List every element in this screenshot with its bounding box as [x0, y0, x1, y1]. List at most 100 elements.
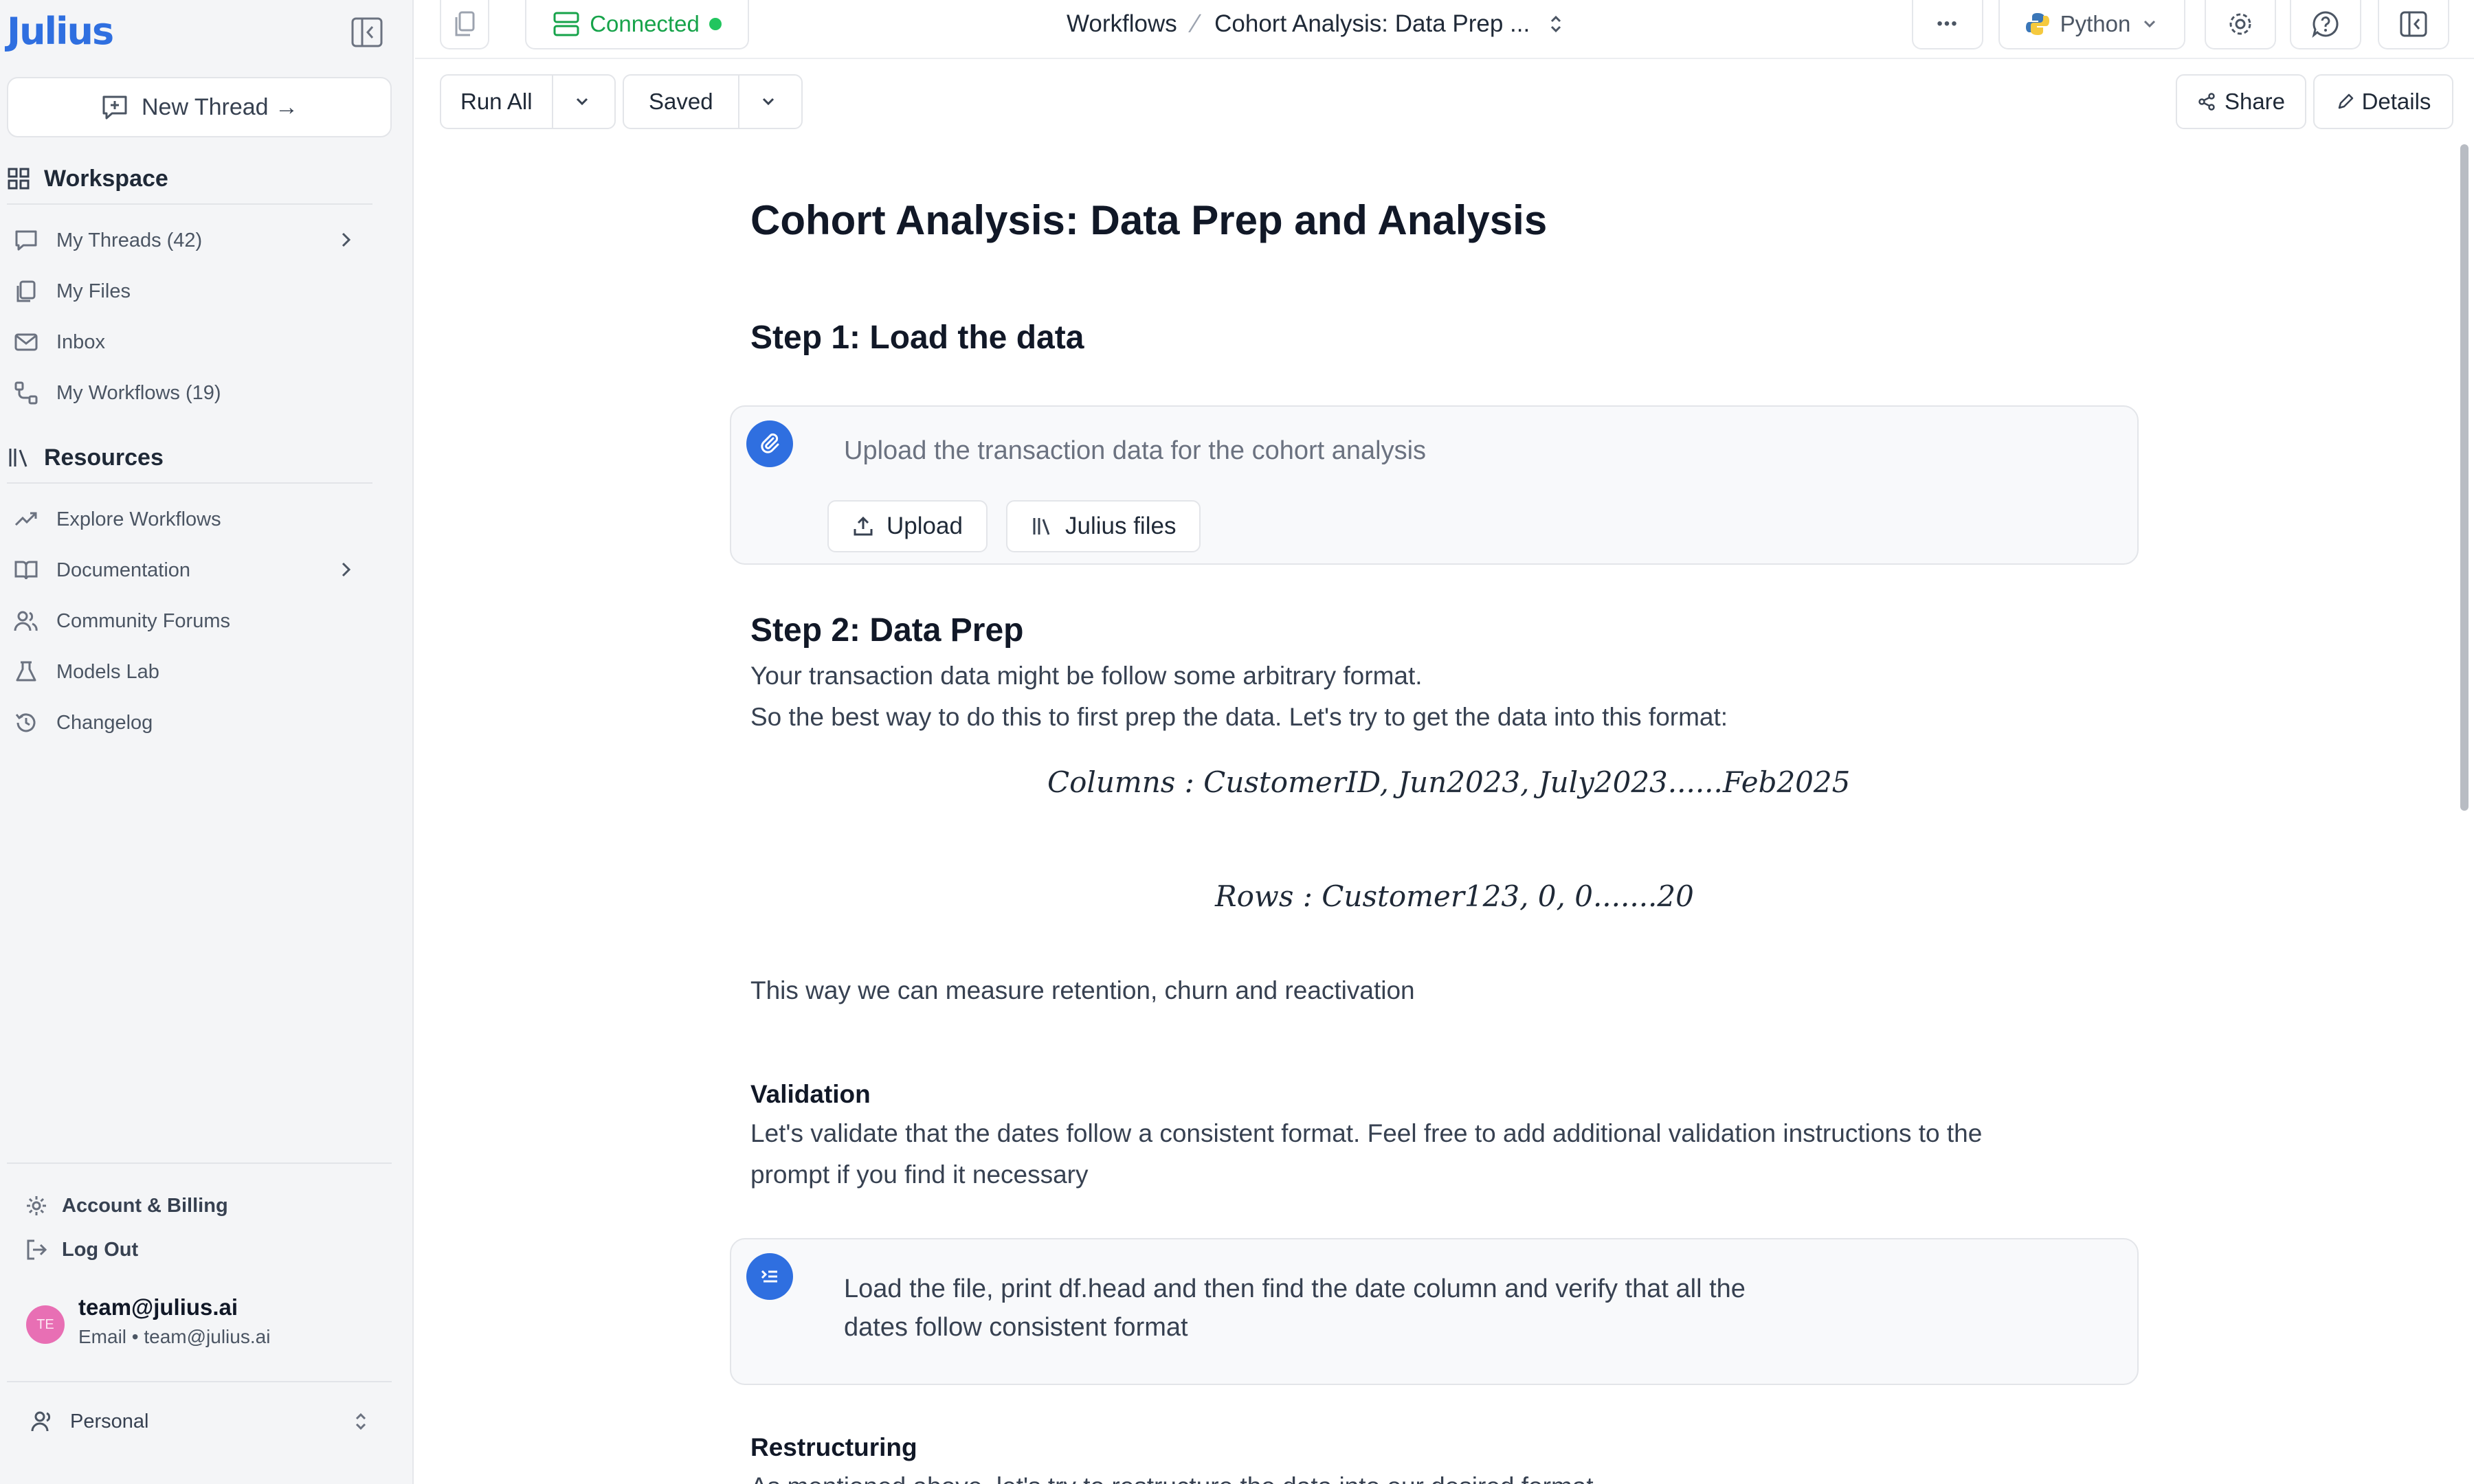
validation-heading: Validation	[750, 1080, 871, 1108]
panel-left-icon	[2399, 10, 2428, 38]
gear-icon	[25, 1194, 48, 1217]
step2-heading: Step 2: Data Prep	[750, 612, 1024, 649]
details-label: Details	[2361, 89, 2431, 114]
restructuring-heading: Restructuring	[750, 1433, 917, 1461]
saved-button[interactable]: Saved	[624, 76, 738, 128]
chevron-right-icon[interactable]	[335, 559, 356, 580]
resources-heading: Resources	[7, 438, 164, 477]
grid-icon	[7, 167, 30, 190]
julius-logo[interactable]: Julius	[7, 10, 114, 53]
math-rows: Rows : Customer123, 0, 0.......20	[1215, 879, 1694, 913]
step2-line1: Your transaction data might be follow so…	[750, 662, 1423, 690]
language-select[interactable]: Python	[1998, 0, 2185, 49]
library-icon	[1031, 515, 1053, 537]
user-email: Email • team@julius.ai	[78, 1326, 271, 1347]
sidebar-item-label: Community Forums	[56, 609, 230, 632]
connection-status-button[interactable]: Connected	[525, 0, 749, 49]
divider	[7, 203, 372, 205]
chevron-right-icon[interactable]	[335, 229, 356, 250]
step1-heading: Step 1: Load the data	[750, 319, 1084, 356]
scrollbar[interactable]	[2460, 144, 2469, 811]
more-options-button[interactable]: •••	[1912, 0, 1983, 49]
validation-prompt-line2[interactable]: dates follow consistent format	[844, 1308, 1188, 1347]
julius-files-label: Julius files	[1065, 513, 1177, 539]
upload-prompt-card: Upload the transaction data for the coho…	[730, 405, 2139, 565]
step2-line2: So the best way to do this to first prep…	[750, 703, 1728, 731]
workspace-switcher-label: Personal	[70, 1410, 149, 1432]
saved-split-button: Saved	[623, 74, 803, 129]
upload-prompt-text[interactable]: Upload the transaction data for the coho…	[844, 431, 1426, 470]
gear-icon	[2226, 10, 2255, 38]
trending-up-icon	[14, 507, 38, 532]
workspace-switcher[interactable]: Personal	[30, 1402, 371, 1441]
math-columns: Columns : CustomerID, Jun2023, July2023.…	[1047, 765, 1851, 799]
chevron-up-down-icon[interactable]	[1546, 12, 1565, 36]
log-out-link[interactable]: Log Out	[25, 1233, 138, 1267]
run-all-dropdown[interactable]	[551, 76, 611, 128]
page-title: Cohort Analysis: Data Prep and Analysis	[750, 197, 1548, 243]
sidebar-item-label: Explore Workflows	[56, 508, 221, 530]
new-thread-icon	[100, 93, 129, 122]
validation-prompt-line1[interactable]: Load the file, print df.head and then fi…	[844, 1270, 1746, 1308]
upload-label: Upload	[887, 513, 963, 539]
library-icon	[7, 446, 30, 469]
help-button[interactable]	[2290, 0, 2361, 49]
resources-label: Resources	[44, 444, 164, 471]
connection-status-label: Connected	[590, 11, 700, 36]
collapse-sidebar-icon[interactable]	[350, 16, 383, 48]
sidebar-item-community-forums[interactable]: Community Forums	[14, 600, 371, 642]
divider	[7, 1381, 392, 1382]
main-panel: Run All Saved Share Details Cohort Analy…	[415, 58, 2474, 1484]
book-open-icon	[14, 558, 38, 583]
more-icon: •••	[1937, 14, 1959, 33]
pencil-icon	[2336, 92, 2355, 111]
breadcrumb-current[interactable]: Cohort Analysis: Data Prep ...	[1214, 10, 1530, 38]
share-icon	[2197, 92, 2216, 111]
copy-icon	[452, 10, 477, 38]
chevron-down-icon	[2140, 14, 2159, 34]
sidebar: Julius New Thread → Workspace My Threads…	[0, 0, 414, 1484]
details-button[interactable]: Details	[2313, 74, 2453, 129]
sidebar-item-my-files[interactable]: My Files	[14, 271, 371, 312]
divider	[7, 482, 372, 484]
sidebar-item-models-lab[interactable]: Models Lab	[14, 651, 371, 693]
upload-button[interactable]: Upload	[827, 500, 988, 552]
validation-line2: prompt if you find it necessary	[750, 1160, 1089, 1189]
sidebar-item-documentation[interactable]: Documentation	[14, 550, 371, 591]
sidebar-item-label: My Workflows (19)	[56, 381, 221, 404]
files-icon	[14, 279, 38, 304]
sidebar-item-my-threads[interactable]: My Threads (42)	[14, 220, 371, 261]
run-all-split-button: Run All	[440, 74, 616, 129]
chat-bubble-icon	[14, 228, 38, 253]
flask-icon	[14, 660, 38, 684]
sidebar-item-label: Inbox	[56, 330, 105, 353]
log-out-icon	[25, 1238, 48, 1261]
sidebar-item-my-workflows[interactable]: My Workflows (19)	[14, 372, 371, 414]
sidebar-item-explore-workflows[interactable]: Explore Workflows	[14, 499, 371, 540]
status-dot	[709, 18, 722, 30]
sidebar-item-label: My Files	[56, 280, 131, 302]
settings-button[interactable]	[2205, 0, 2276, 49]
new-thread-button[interactable]: New Thread →	[7, 77, 392, 137]
sidebar-item-label: Changelog	[56, 711, 153, 734]
copy-button[interactable]	[440, 0, 489, 49]
new-thread-label: New Thread →	[141, 93, 299, 120]
server-icon	[553, 11, 580, 37]
divider	[7, 1162, 392, 1164]
saved-dropdown[interactable]	[737, 76, 797, 128]
share-label: Share	[2224, 89, 2286, 114]
toggle-panel-button[interactable]	[2378, 0, 2449, 49]
validation-prompt-card: Load the file, print df.head and then fi…	[730, 1238, 2139, 1385]
breadcrumb-separator: ⁄	[1193, 9, 1199, 38]
paperclip-icon	[746, 420, 793, 467]
julius-files-button[interactable]: Julius files	[1006, 500, 1201, 552]
account-billing-label: Account & Billing	[62, 1194, 228, 1217]
sidebar-item-label: Models Lab	[56, 660, 159, 683]
share-button[interactable]: Share	[2176, 74, 2306, 129]
restructuring-line1: As mentioned above, let's try to restruc…	[750, 1466, 1594, 1484]
run-all-button[interactable]: Run All	[441, 76, 552, 128]
account-billing-link[interactable]: Account & Billing	[25, 1189, 228, 1223]
sidebar-item-inbox[interactable]: Inbox	[14, 322, 371, 363]
breadcrumb-workflows[interactable]: Workflows	[1067, 10, 1177, 38]
sidebar-item-changelog[interactable]: Changelog	[14, 702, 371, 743]
